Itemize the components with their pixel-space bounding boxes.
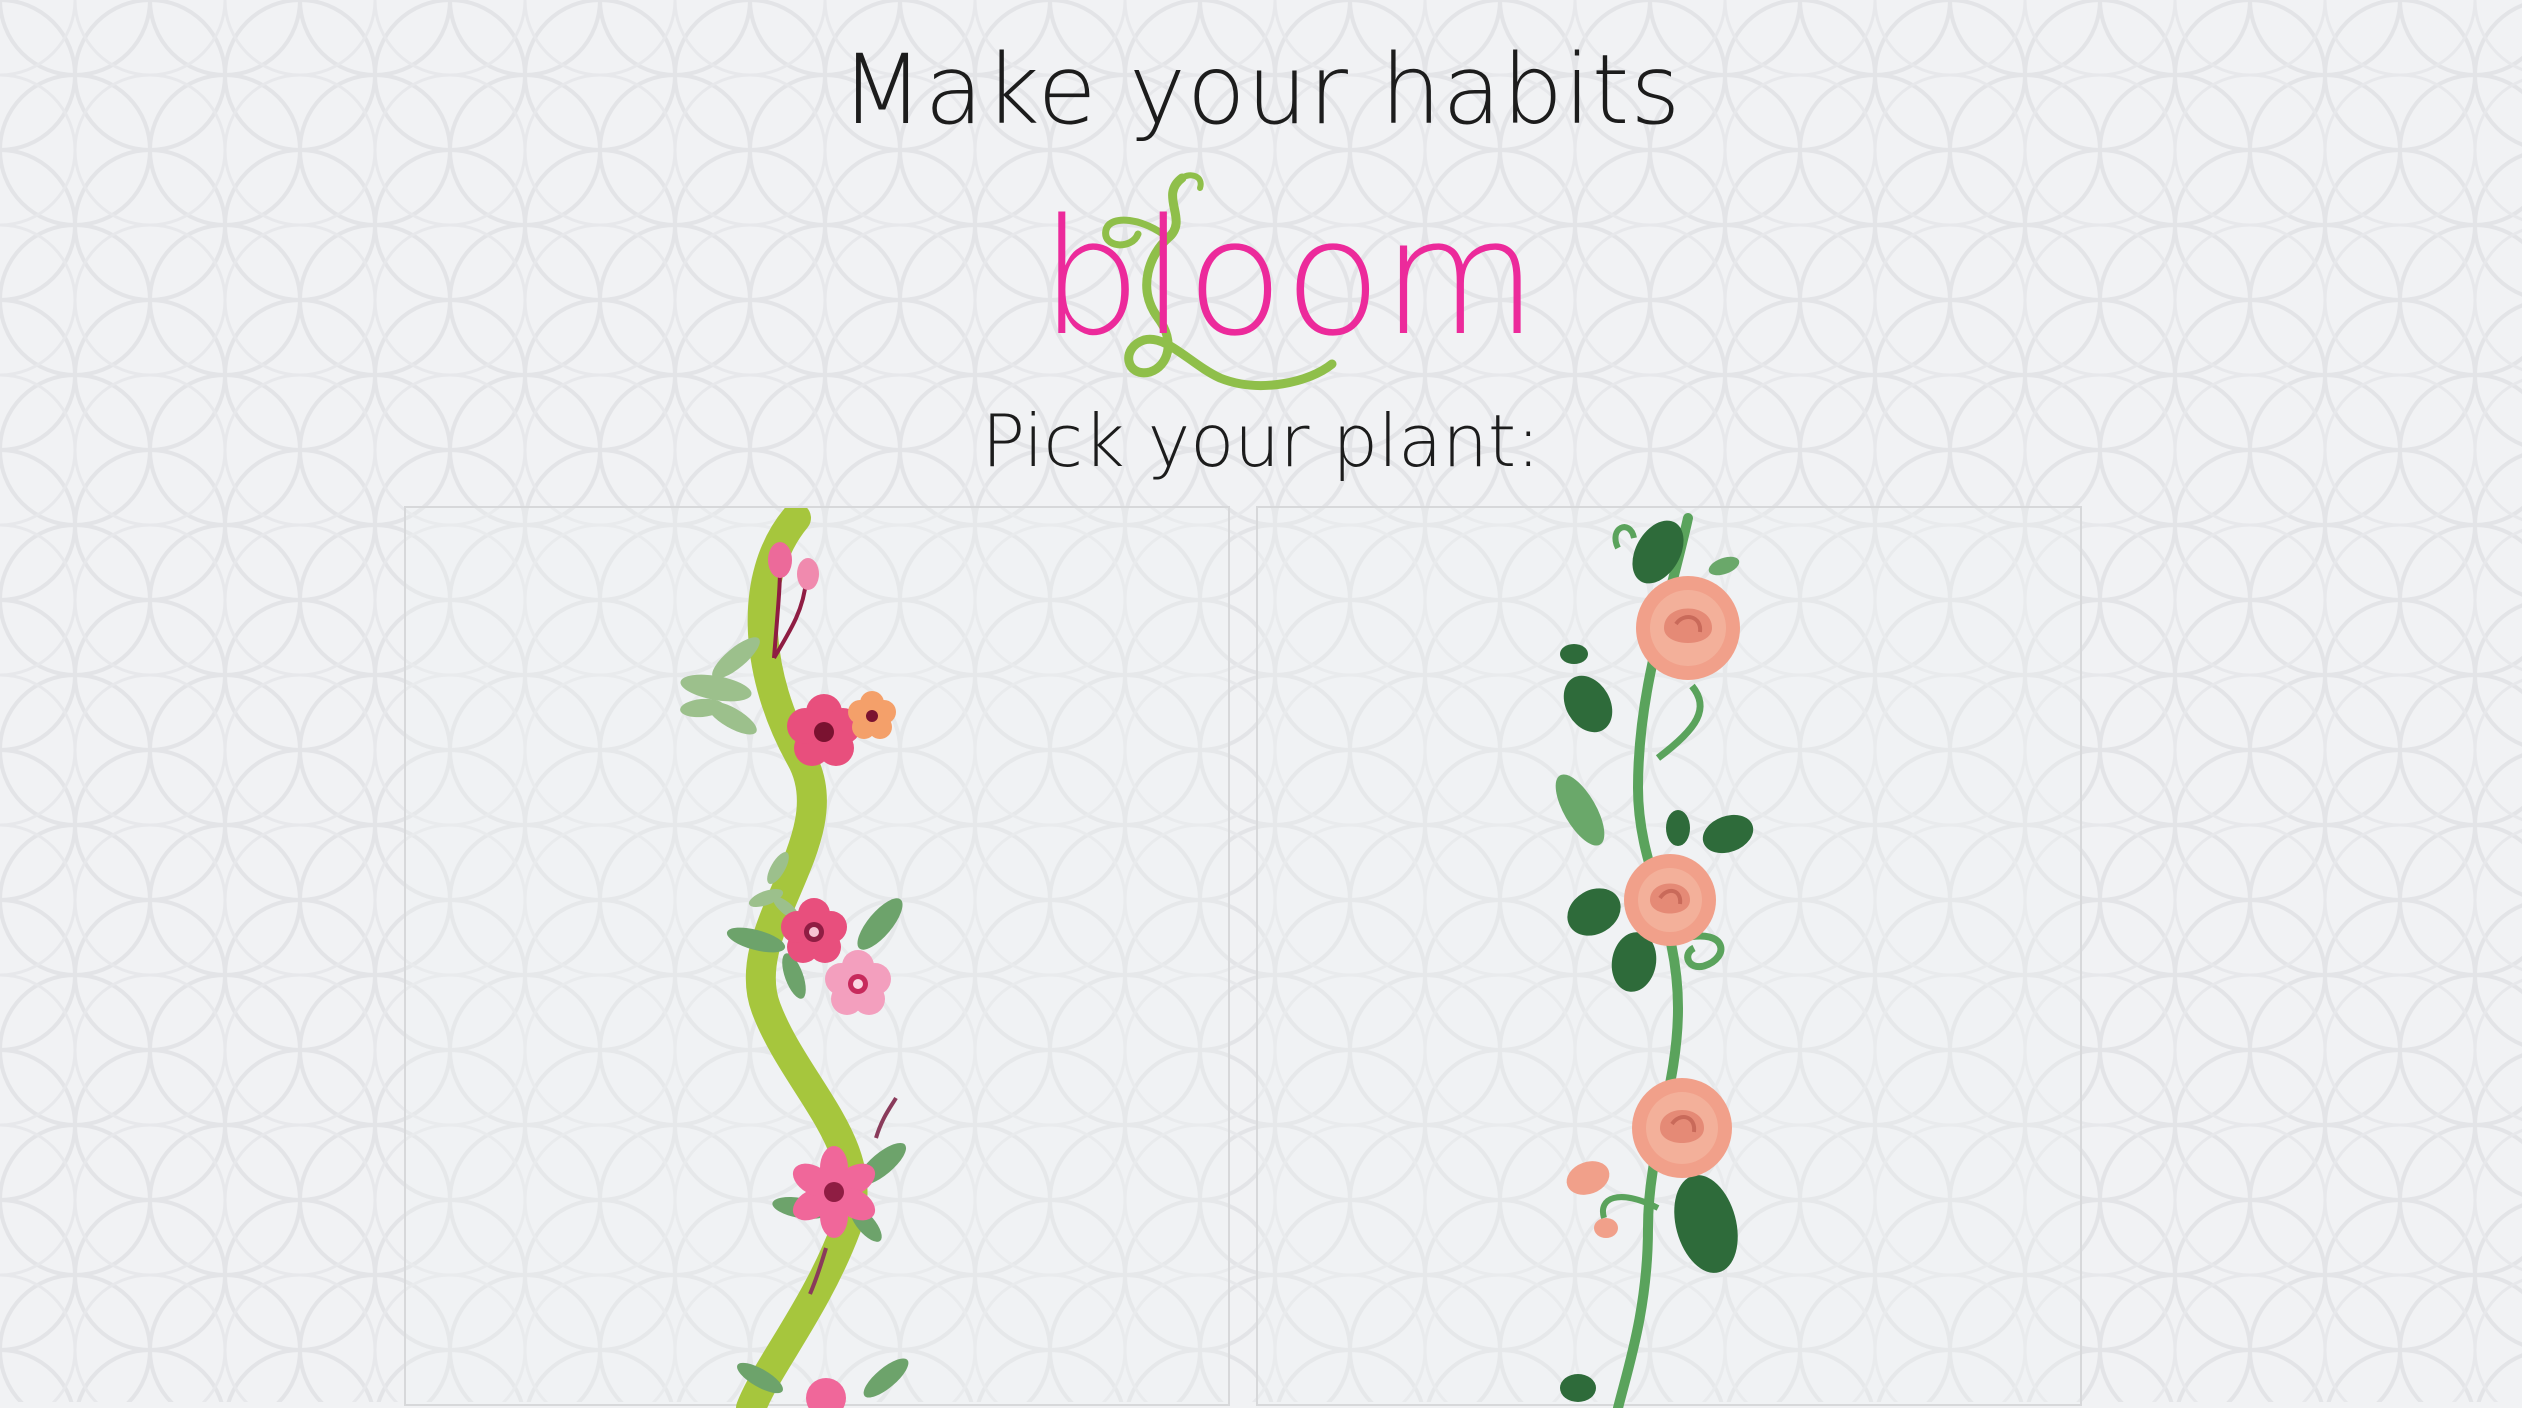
- plant-option-blossom[interactable]: [404, 506, 1230, 1408]
- flowering-vine-icon: [680, 508, 909, 1408]
- rose-vine-icon: [1555, 513, 1754, 1408]
- plant-option-rose[interactable]: [1256, 506, 2082, 1408]
- bloom-logo: bloom: [1040, 168, 1538, 398]
- page-content: Make your habits bloom Pick your plant:: [0, 0, 2522, 1408]
- page-headline: Make your habits: [840, 34, 1682, 146]
- pick-plant-heading: Pick your plant:: [981, 399, 1541, 483]
- logo-wordmark: bloom: [1040, 184, 1538, 371]
